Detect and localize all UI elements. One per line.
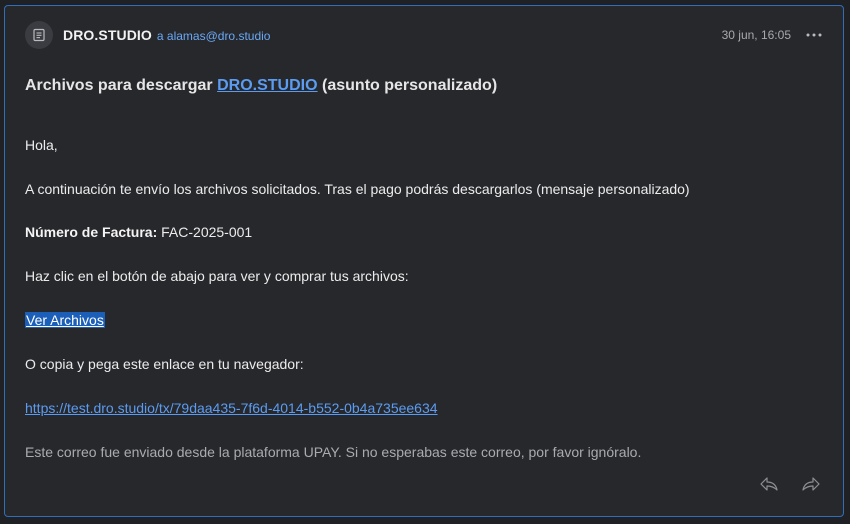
email-subject: Archivos para descargar DRO.STUDIO (asun…: [25, 77, 497, 95]
more-options-button[interactable]: [805, 26, 823, 44]
forward-button[interactable]: [801, 474, 821, 494]
footer-note: Este correo fue enviado desde la platafo…: [25, 444, 642, 460]
instruction-paragraph: Haz clic en el botón de abajo para ver y…: [25, 268, 409, 284]
subject-prefix: Archivos para descargar: [25, 77, 213, 94]
reply-button[interactable]: [759, 474, 779, 494]
invoice-label: Número de Factura:: [25, 224, 158, 240]
more-horizontal-icon: [806, 33, 822, 37]
message-header: DRO.STUDIO a alamas@dro.studio 30 jun, 1…: [25, 20, 823, 50]
forward-icon: [802, 477, 820, 491]
view-files-line: Ver Archivos: [25, 312, 105, 328]
greeting: Hola,: [25, 137, 58, 153]
intro-paragraph: A continuación te envío los archivos sol…: [25, 181, 690, 197]
document-icon: [33, 28, 45, 42]
subject-suffix: (asunto personalizado): [322, 77, 498, 94]
email-message-pane: DRO.STUDIO a alamas@dro.studio 30 jun, 1…: [4, 5, 844, 517]
subject-link[interactable]: DRO.STUDIO: [217, 77, 317, 94]
message-actions: [759, 474, 821, 494]
recipient-address[interactable]: a alamas@dro.studio: [157, 29, 271, 43]
invoice-number: FAC-2025-001: [161, 224, 253, 240]
reply-icon: [760, 477, 778, 491]
sender-name[interactable]: DRO.STUDIO: [63, 27, 152, 43]
message-date: 30 jun, 16:05: [721, 28, 791, 42]
sender-avatar[interactable]: [25, 21, 53, 49]
url-line: https://test.dro.studio/tx/79daa435-7f6d…: [25, 400, 438, 416]
transaction-url-link[interactable]: https://test.dro.studio/tx/79daa435-7f6d…: [25, 400, 438, 416]
copy-prompt: O copia y pega este enlace en tu navegad…: [25, 356, 304, 372]
invoice-line: Número de Factura: FAC-2025-001: [25, 224, 252, 240]
view-files-link[interactable]: Ver Archivos: [25, 312, 105, 328]
